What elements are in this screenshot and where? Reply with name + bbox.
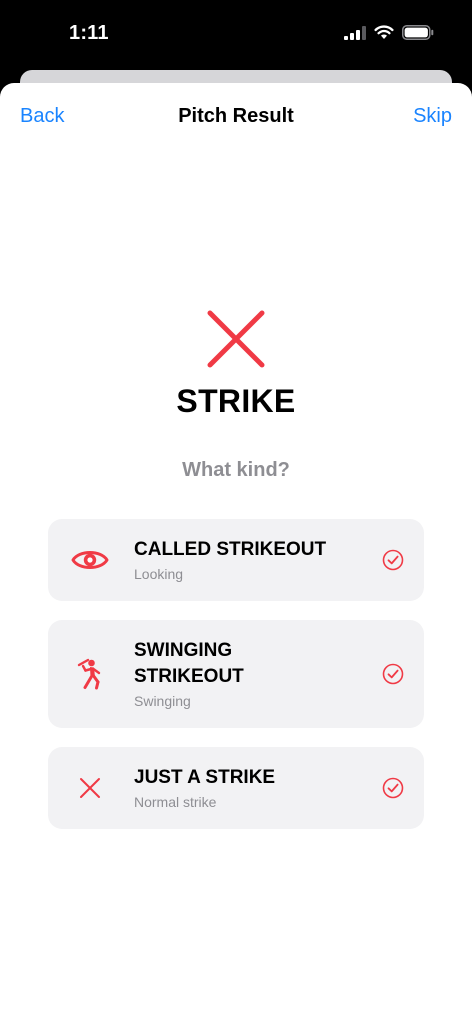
status-time: 1:11	[69, 22, 109, 44]
option-text: JUST A STRIKE Normal strike	[134, 765, 356, 812]
option-description: Looking	[134, 566, 184, 582]
skip-button[interactable]: Skip	[413, 105, 452, 128]
option-description: Swinging	[134, 693, 191, 709]
result-prompt: What kind?	[182, 459, 290, 481]
wifi-icon	[374, 25, 394, 39]
option-title: CALLED STRIKEOUT	[134, 539, 327, 560]
option-description: Normal strike	[134, 794, 217, 810]
checkmark-circle-icon	[382, 549, 404, 571]
option-text: SWINGING STRIKEOUT Swinging	[134, 638, 356, 711]
navigation-bar: Back Pitch Result Skip	[0, 83, 472, 151]
checkmark-circle-icon	[382, 663, 404, 685]
option-just-a-strike[interactable]: JUST A STRIKE Normal strike	[48, 747, 424, 829]
status-bar: 1:11	[0, 0, 472, 72]
option-text: CALLED STRIKEOUT Looking	[134, 537, 356, 584]
batter-swing-icon	[70, 654, 110, 694]
option-title: SWINGING STRIKEOUT	[134, 640, 244, 687]
result-title: STRIKE	[176, 383, 296, 419]
x-mark-icon	[207, 310, 265, 368]
option-swinging-strikeout[interactable]: SWINGING STRIKEOUT Swinging	[48, 620, 424, 728]
checkmark-circle-icon	[382, 777, 404, 799]
status-icons	[344, 25, 434, 40]
eye-icon	[70, 540, 110, 580]
option-title: JUST A STRIKE	[134, 767, 276, 788]
battery-icon	[402, 25, 434, 40]
page-title: Pitch Result	[178, 105, 294, 127]
cellular-signal-icon	[344, 25, 366, 40]
x-mark-icon	[70, 768, 110, 808]
pitch-result-sheet: Back Pitch Result Skip STRIKE What kind?…	[0, 83, 472, 1024]
option-called-strikeout[interactable]: CALLED STRIKEOUT Looking	[48, 519, 424, 601]
